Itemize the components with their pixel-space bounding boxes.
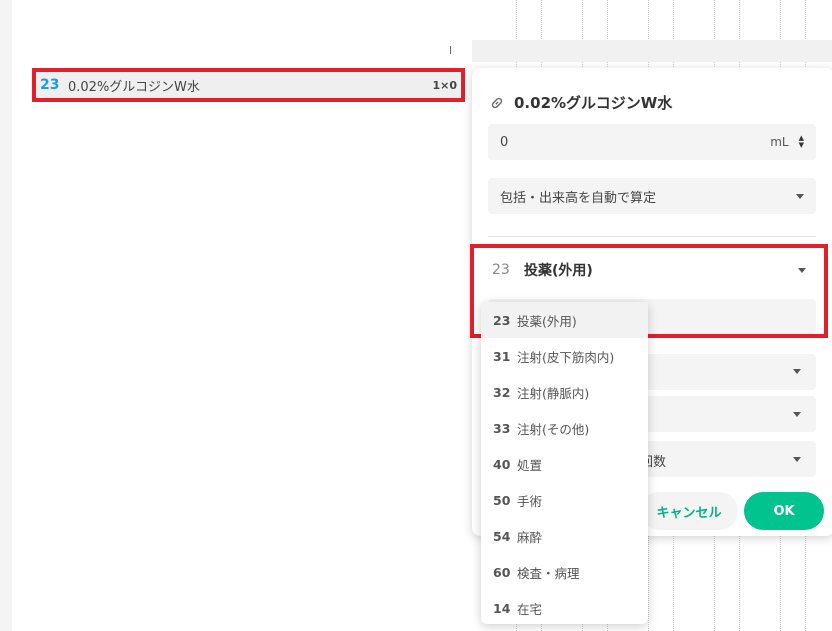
item-label: 処置	[517, 457, 543, 473]
dropdown-item[interactable]: 40 処置	[481, 446, 648, 482]
chevron-down-icon	[793, 457, 801, 462]
item-code: 23	[493, 312, 511, 328]
amount-input[interactable]: 0 mL ▲ ▼	[488, 124, 816, 160]
cancel-button[interactable]: キャンセル	[640, 492, 738, 530]
item-label: 注射(その他)	[517, 421, 590, 437]
dropdown-item[interactable]: 33 注射(その他)	[481, 410, 648, 446]
item-code: 50	[493, 492, 511, 508]
spinner-icon[interactable]: ▲ ▼	[799, 135, 804, 149]
corner-mark: l	[449, 44, 453, 57]
medicine-name: 0.02%グルコジンW水	[514, 94, 673, 112]
chevron-down-icon	[793, 412, 801, 417]
dropdown-item[interactable]: 60 検査・病理	[481, 554, 648, 590]
dropdown-item[interactable]: 31 注射(皮下筋肉内)	[481, 338, 648, 374]
ok-button[interactable]: OK	[744, 492, 824, 530]
dropdown-item[interactable]: 54 麻酔	[481, 518, 648, 554]
header-band	[472, 40, 832, 62]
dropdown-item[interactable]: 32 注射(静脈内)	[481, 374, 648, 410]
dropdown-item[interactable]: 50 手術	[481, 482, 648, 518]
pill-icon	[491, 97, 503, 108]
item-label: 注射(皮下筋肉内)	[517, 349, 615, 365]
item-code: 40	[493, 456, 511, 472]
chevron-down-icon	[793, 369, 801, 374]
divider	[488, 236, 816, 237]
item-code: 14	[493, 600, 511, 616]
dropdown-item[interactable]: 14 在宅	[481, 590, 648, 626]
category-dropdown: 23 投薬(外用) 31 注射(皮下筋肉内) 32 注射(静脈内) 33 注射(…	[481, 302, 648, 624]
item-code: 33	[493, 420, 511, 436]
item-label: 検査・病理	[517, 565, 580, 581]
item-code: 54	[493, 528, 511, 544]
item-label: 麻酔	[517, 529, 543, 545]
calc-mode-select[interactable]: 包括・出来高を自動で算定	[488, 178, 816, 214]
calc-mode-value: 包括・出来高を自動で算定	[500, 190, 657, 206]
item-code: 31	[493, 348, 511, 364]
panel-title: 0.02%グルコジンW水	[490, 92, 672, 113]
amount-value: 0	[500, 134, 509, 150]
item-label: 注射(静脈内)	[517, 385, 590, 401]
amount-unit: mL	[770, 135, 789, 149]
item-code: 60	[493, 564, 511, 580]
dropdown-item[interactable]: 23 投薬(外用)	[481, 302, 648, 338]
chevron-down-icon	[796, 193, 804, 199]
item-label: 在宅	[517, 601, 543, 617]
item-label: 投薬(外用)	[517, 313, 577, 329]
highlight-box-order-row	[32, 68, 465, 102]
item-label: 手術	[517, 493, 543, 509]
page: l 23 0.02%グルコジンW水 1×0 0.02%グルコジンW水 0 mL …	[0, 0, 832, 631]
item-code: 32	[493, 384, 511, 400]
